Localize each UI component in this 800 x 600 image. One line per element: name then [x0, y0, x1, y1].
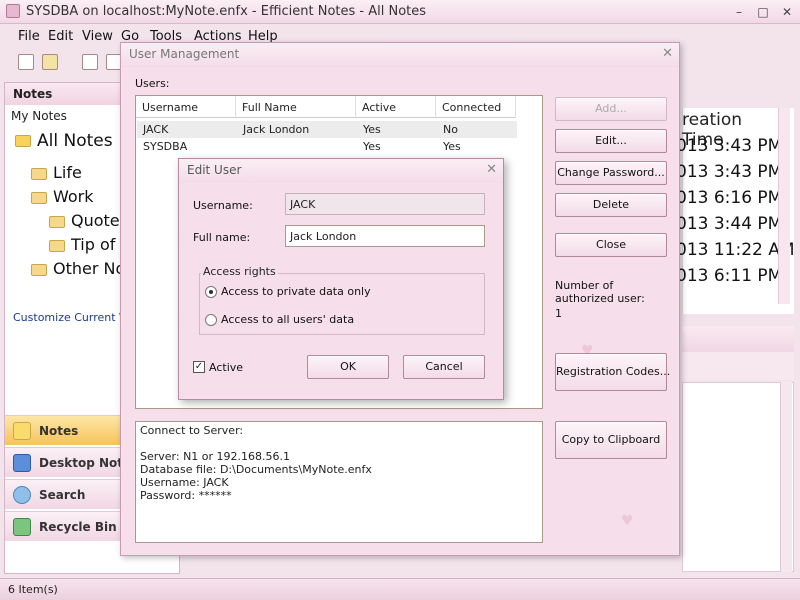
- all-data-label[interactable]: Access to all users' data: [221, 313, 354, 326]
- title-bar: SYSDBA on localhost:MyNote.enfx - Effici…: [0, 0, 800, 24]
- dialog-close-icon[interactable]: ✕: [662, 46, 673, 61]
- open-folder-icon[interactable]: [42, 54, 58, 70]
- search-icon: [13, 486, 31, 504]
- list-item[interactable]: 013 3:44 PM: [676, 214, 782, 234]
- edit-button[interactable]: Edit...: [555, 129, 667, 153]
- menu-view[interactable]: View: [82, 29, 113, 44]
- status-bar: 6 Item(s): [0, 578, 800, 600]
- authorized-users-label: Number of authorized user:: [555, 279, 645, 305]
- folder-icon: [49, 239, 65, 252]
- tree-item-life[interactable]: Life: [31, 163, 82, 182]
- list-item[interactable]: 013 3:43 PM: [676, 136, 782, 156]
- app-icon: [6, 4, 20, 18]
- info-line: Connect to Server:: [140, 424, 244, 437]
- tree-item-other[interactable]: Other No: [31, 259, 125, 278]
- tree-item-quote[interactable]: Quote: [49, 211, 120, 230]
- menu-file[interactable]: File: [18, 29, 40, 44]
- column-header-active[interactable]: Active: [356, 96, 436, 118]
- tree-item-tip[interactable]: Tip of: [49, 235, 115, 254]
- ok-button[interactable]: OK: [307, 355, 389, 379]
- menu-edit[interactable]: Edit: [48, 29, 73, 44]
- folder-icon: [31, 191, 47, 204]
- print-icon[interactable]: [82, 54, 98, 70]
- all-data-radio[interactable]: [205, 314, 217, 326]
- list-item[interactable]: 013 3:43 PM: [676, 162, 782, 182]
- access-rights-label: Access rights: [201, 265, 278, 278]
- authorized-users-count: 1: [555, 307, 562, 320]
- format-toolbar-2: [682, 352, 794, 380]
- folder-icon: [31, 167, 47, 180]
- info-line: Username: JACK: [140, 476, 229, 489]
- table-row[interactable]: JACK Jack London Yes No: [137, 121, 517, 138]
- copy-to-clipboard-button[interactable]: Copy to Clipboard: [555, 421, 667, 459]
- dialog-title: Edit User: [187, 163, 242, 177]
- dialog-title-bar: Edit User ✕: [179, 159, 503, 183]
- list-item[interactable]: 013 6:16 PM: [676, 188, 782, 208]
- tree-item-all-notes[interactable]: All Notes: [15, 131, 113, 151]
- new-note-icon[interactable]: [18, 54, 34, 70]
- column-header-username[interactable]: Username: [136, 96, 236, 118]
- private-data-radio[interactable]: [205, 286, 217, 298]
- delete-button[interactable]: Delete: [555, 193, 667, 217]
- recycle-bin-icon: [13, 518, 31, 536]
- maximize-button[interactable]: □: [754, 4, 772, 20]
- fullname-field[interactable]: Jack London: [285, 225, 485, 247]
- info-line: Server: N1 or 192.168.56.1: [140, 450, 291, 463]
- fullname-label: Full name:: [193, 231, 251, 244]
- active-label[interactable]: Active: [209, 361, 243, 374]
- format-toolbar: [682, 326, 794, 352]
- dialog-title-bar: User Management ✕: [121, 43, 679, 67]
- table-row[interactable]: SYSDBA Yes Yes: [137, 138, 517, 155]
- window-title: SYSDBA on localhost:MyNote.enfx - Effici…: [26, 4, 427, 19]
- connection-info-box[interactable]: Connect to Server: Server: N1 or 192.168…: [135, 421, 543, 543]
- item-count: 6 Item(s): [8, 583, 58, 596]
- desktop-note-icon: [13, 454, 31, 472]
- close-dialog-button[interactable]: Close: [555, 233, 667, 257]
- cancel-button[interactable]: Cancel: [403, 355, 485, 379]
- minimize-button[interactable]: –: [730, 4, 748, 20]
- column-header-creation-time[interactable]: reation Time: [682, 108, 782, 150]
- list-item[interactable]: 013 6:11 PM: [676, 266, 782, 286]
- folder-icon: [49, 215, 65, 228]
- edit-user-dialog: Edit User ✕ Username: JACK Full name: Ja…: [178, 158, 504, 400]
- dialog-title: User Management: [129, 47, 240, 61]
- list-item[interactable]: 013 11:22 AM: [676, 240, 795, 260]
- info-line: [140, 437, 538, 450]
- note-editor[interactable]: [682, 382, 794, 572]
- dialog-close-icon[interactable]: ✕: [486, 162, 497, 177]
- my-notes-label: My Notes: [11, 109, 67, 123]
- heart-decoration-icon: ♥: [621, 513, 634, 529]
- add-button[interactable]: Add...: [555, 97, 667, 121]
- tree-item-work[interactable]: Work: [31, 187, 94, 206]
- change-password-button[interactable]: Change Password...: [555, 161, 667, 185]
- username-label: Username:: [193, 199, 253, 212]
- folder-icon: [31, 263, 47, 276]
- close-button[interactable]: ✕: [778, 4, 796, 20]
- users-label: Users:: [135, 77, 170, 90]
- private-data-label[interactable]: Access to private data only: [221, 285, 371, 298]
- registration-codes-button[interactable]: Registration Codes...: [555, 353, 670, 391]
- column-header-full-name[interactable]: Full Name: [236, 96, 356, 118]
- info-line: Database file: D:\Documents\MyNote.enfx: [140, 463, 372, 476]
- column-header-connected[interactable]: Connected: [436, 96, 516, 118]
- info-line: Password: ******: [140, 489, 232, 502]
- note-icon: [15, 135, 31, 147]
- active-checkbox[interactable]: ✓: [193, 361, 205, 373]
- notes-icon: [13, 422, 31, 440]
- toolbar: [4, 50, 122, 76]
- username-field: JACK: [285, 193, 485, 215]
- list-scrollbar[interactable]: [778, 108, 790, 304]
- editor-scrollbar[interactable]: [780, 382, 792, 572]
